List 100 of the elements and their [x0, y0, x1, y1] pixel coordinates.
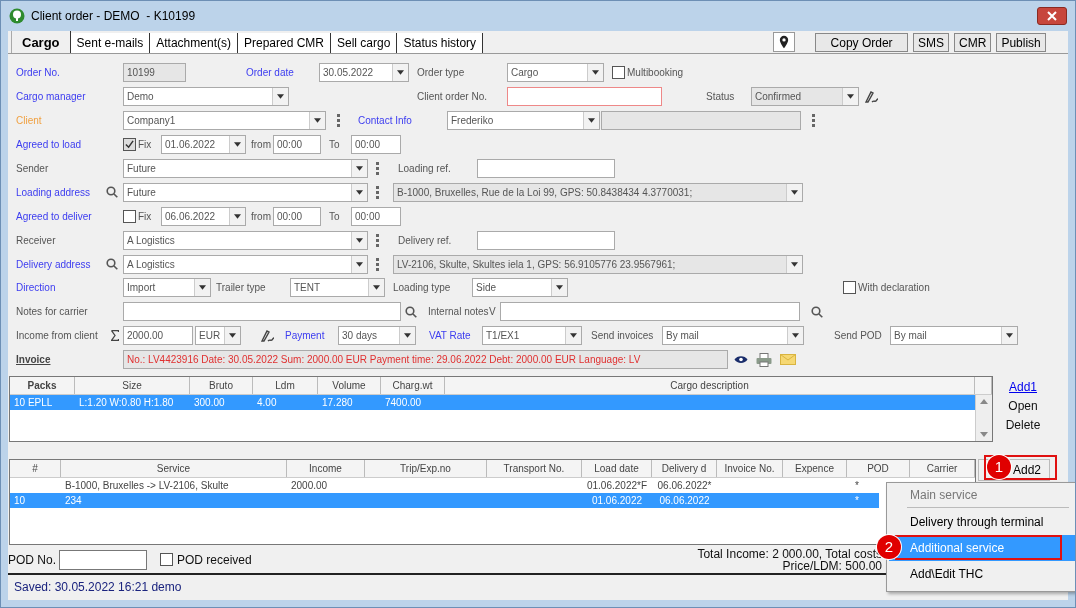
column-header[interactable]: Charg.wt: [381, 376, 445, 394]
column-header[interactable]: Invoice No.: [717, 459, 783, 477]
link-label[interactable]: Delivery address: [16, 258, 104, 270]
menu-item[interactable]: Delivery through terminal: [889, 509, 1075, 535]
link-label[interactable]: Loading address: [16, 186, 104, 198]
text-field[interactable]: [477, 230, 615, 250]
tab[interactable]: Prepared CMR: [237, 33, 331, 53]
dropdown[interactable]: Demo: [123, 87, 289, 107]
location-pin-icon[interactable]: [773, 32, 796, 52]
column-header[interactable]: #: [10, 459, 61, 477]
link-label[interactable]: Agreed to load: [16, 139, 116, 151]
column-header[interactable]: Cargo description: [445, 376, 975, 394]
column-header[interactable]: Bruto: [190, 376, 253, 394]
dropdown[interactable]: A Logistics: [123, 254, 368, 274]
close-button[interactable]: [1037, 7, 1067, 25]
search-icon[interactable]: [106, 186, 118, 199]
dropdown[interactable]: Future: [123, 182, 368, 202]
column-header[interactable]: Transport No.: [487, 459, 582, 477]
column-header[interactable]: Expence: [783, 459, 847, 477]
scrollbar[interactable]: [975, 394, 992, 441]
checkbox[interactable]: [843, 281, 856, 295]
link-label[interactable]: Agreed to deliver: [16, 210, 116, 222]
link-label[interactable]: Order date: [246, 67, 316, 79]
link-label[interactable]: Payment: [285, 330, 330, 342]
link-label[interactable]: Direction: [16, 282, 116, 294]
text-field[interactable]: [477, 159, 615, 178]
link-label[interactable]: Order No.: [16, 67, 116, 79]
column-header[interactable]: Carrier: [910, 459, 975, 477]
pen-icon[interactable]: [261, 329, 275, 343]
table-row[interactable]: B-1000, Bruxelles -> LV-2106, Skulte 2000.00 01.06.2022*F 06.06.2022* *: [10, 477, 879, 493]
column-header[interactable]: Packs: [10, 376, 75, 394]
column-header[interactable]: Load date: [582, 459, 652, 477]
checkbox[interactable]: [612, 66, 625, 80]
checkbox[interactable]: [160, 553, 173, 567]
column-header[interactable]: Volume: [318, 376, 381, 394]
tab[interactable]: Sent e-mails: [70, 33, 151, 53]
dropdown[interactable]: EUR: [195, 326, 241, 346]
text-field[interactable]: 00:00: [351, 135, 401, 155]
dropdown[interactable]: T1/EX1: [482, 326, 582, 346]
text-field[interactable]: 2000.00: [123, 326, 193, 346]
text-field[interactable]: 00:00: [351, 206, 401, 226]
dropdown[interactable]: 01.06.2022: [161, 135, 246, 155]
link-label[interactable]: Contact Info: [358, 115, 438, 127]
dropdown[interactable]: 30.05.2022: [319, 63, 409, 83]
dropdown[interactable]: Future: [123, 159, 368, 178]
text-field[interactable]: 00:00: [273, 135, 321, 155]
more-icon[interactable]: [811, 114, 815, 128]
dropdown[interactable]: A Logistics: [123, 230, 368, 250]
dropdown[interactable]: Import: [123, 278, 211, 298]
action-link[interactable]: Delete: [1005, 417, 1041, 432]
checkbox[interactable]: [123, 138, 136, 152]
tab[interactable]: Cargo: [11, 31, 71, 53]
menu-item[interactable]: Add\Edit THC: [889, 561, 1075, 587]
more-icon[interactable]: [375, 233, 379, 247]
pen-icon[interactable]: [865, 90, 879, 104]
text-field[interactable]: [500, 302, 800, 322]
toolbar-button[interactable]: Copy Order: [815, 33, 909, 52]
more-icon[interactable]: [336, 114, 340, 128]
scroll-down-icon[interactable]: [980, 431, 988, 437]
action-link[interactable]: Add1: [1009, 379, 1037, 394]
more-icon[interactable]: [375, 162, 379, 175]
column-header[interactable]: Size: [75, 376, 190, 394]
eye-icon[interactable]: [734, 355, 748, 365]
dropdown[interactable]: By mail: [890, 326, 1018, 346]
search-icon[interactable]: [811, 305, 823, 318]
column-header[interactable]: Delivery d: [652, 459, 717, 477]
dropdown[interactable]: 30 days: [338, 326, 416, 346]
search-icon[interactable]: [106, 258, 118, 271]
tab[interactable]: Status history: [397, 33, 484, 53]
column-header[interactable]: POD: [847, 459, 910, 477]
printer-icon[interactable]: [756, 352, 772, 367]
more-icon[interactable]: [375, 185, 379, 199]
dropdown[interactable]: 06.06.2022: [161, 206, 246, 226]
link-label[interactable]: Cargo manager: [16, 91, 116, 103]
link-label[interactable]: VAT Rate: [429, 330, 477, 342]
tab[interactable]: Sell cargo: [331, 33, 398, 53]
dropdown[interactable]: TENT: [290, 278, 385, 298]
more-icon[interactable]: [375, 257, 379, 271]
column-header[interactable]: Service: [61, 459, 287, 477]
column-header[interactable]: Ldm: [253, 376, 318, 394]
text-field[interactable]: [59, 549, 147, 570]
text-field[interactable]: [507, 87, 662, 107]
text-field[interactable]: 00:00: [273, 206, 321, 226]
dropdown[interactable]: Company1: [123, 111, 326, 131]
text-field[interactable]: [123, 302, 401, 322]
toolbar-button[interactable]: Publish: [996, 33, 1046, 52]
sigma-icon[interactable]: [111, 330, 119, 342]
action-link[interactable]: Open: [1008, 398, 1038, 413]
toolbar-button[interactable]: SMS: [913, 33, 950, 52]
checkbox[interactable]: [123, 209, 136, 223]
column-header[interactable]: Trip/Exp.no: [365, 459, 487, 477]
dropdown[interactable]: By mail: [662, 326, 804, 346]
scroll-up-icon[interactable]: [980, 398, 988, 404]
toolbar-button[interactable]: CMR: [954, 33, 992, 52]
tab[interactable]: Attachment(s): [150, 33, 238, 53]
dropdown[interactable]: Cargo: [507, 63, 604, 83]
search-icon[interactable]: [405, 305, 417, 318]
dropdown[interactable]: Frederiko: [447, 111, 600, 131]
column-header[interactable]: Income: [287, 459, 365, 477]
dropdown[interactable]: Side: [472, 278, 568, 298]
